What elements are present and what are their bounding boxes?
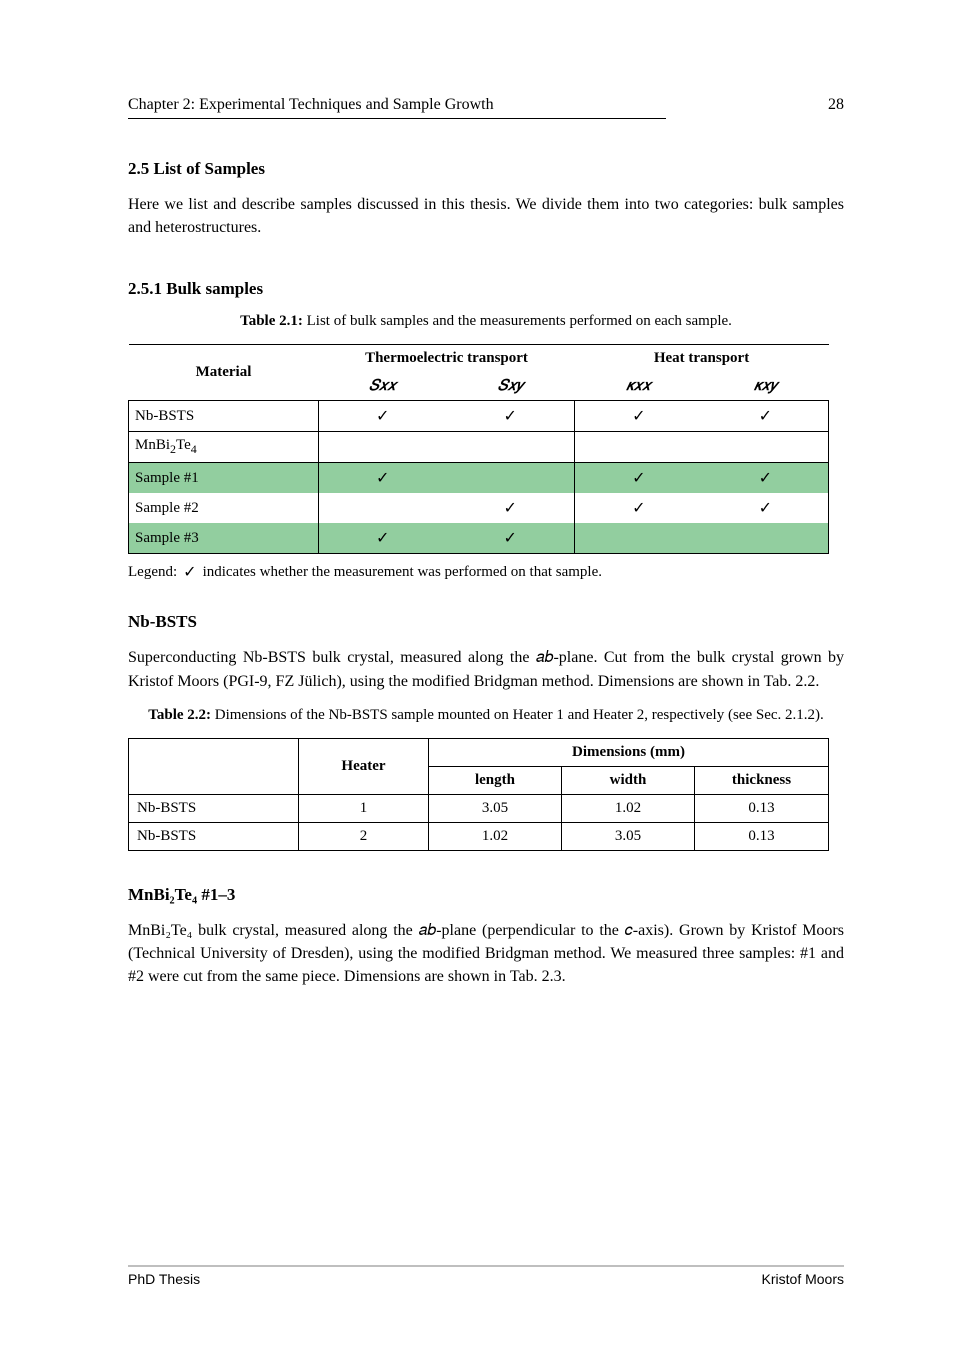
table-2-2: HeaterDimensions (mm)lengthwidththicknes… bbox=[128, 738, 829, 851]
legend-prefix: Legend: bbox=[128, 564, 177, 581]
nb-bsts-para: Superconducting Nb-BSTS bulk crystal, me… bbox=[128, 646, 844, 692]
table-2-1: MaterialThermoelectric transportHeat tra… bbox=[128, 344, 829, 554]
heading-nb-bsts: Nb-BSTS bbox=[128, 612, 844, 632]
running-head: Chapter 2: Experimental Techniques and S… bbox=[128, 96, 666, 119]
table-2-1-label: Table 2.1: bbox=[240, 313, 303, 329]
table-2-1-caption: Table 2.1: List of bulk samples and the … bbox=[128, 313, 844, 330]
footer-left: PhD Thesis bbox=[128, 1271, 200, 1287]
footer-right: Kristof Moors bbox=[762, 1271, 844, 1287]
section-2-5-para: Here we list and describe samples discus… bbox=[128, 193, 844, 239]
table-2-1-caption-text: List of bulk samples and the measurement… bbox=[307, 313, 732, 329]
heading-mnbite: MnBi₂Te₄ #1–3 bbox=[128, 885, 844, 905]
page-number: 28 bbox=[828, 96, 844, 114]
table-2-2-label: Table 2.2: bbox=[148, 707, 211, 723]
check-icon: ✓ bbox=[183, 562, 196, 582]
legend-text: indicates whether the measurement was pe… bbox=[203, 564, 602, 581]
page-footer: PhD Thesis Kristof Moors bbox=[128, 1265, 844, 1287]
section-heading-2-5: 2.5 List of Samples bbox=[128, 159, 844, 179]
section-heading-2-5-1: 2.5.1 Bulk samples bbox=[128, 279, 844, 299]
mnbite-para: MnBi₂Te₄ bulk crystal, measured along th… bbox=[128, 919, 844, 989]
table-2-2-caption: Table 2.2: Dimensions of the Nb-BSTS sam… bbox=[128, 707, 844, 724]
table-2-2-caption-text: Dimensions of the Nb-BSTS sample mounted… bbox=[215, 707, 824, 723]
table-2-1-legend: Legend: ✓ indicates whether the measurem… bbox=[128, 562, 844, 582]
